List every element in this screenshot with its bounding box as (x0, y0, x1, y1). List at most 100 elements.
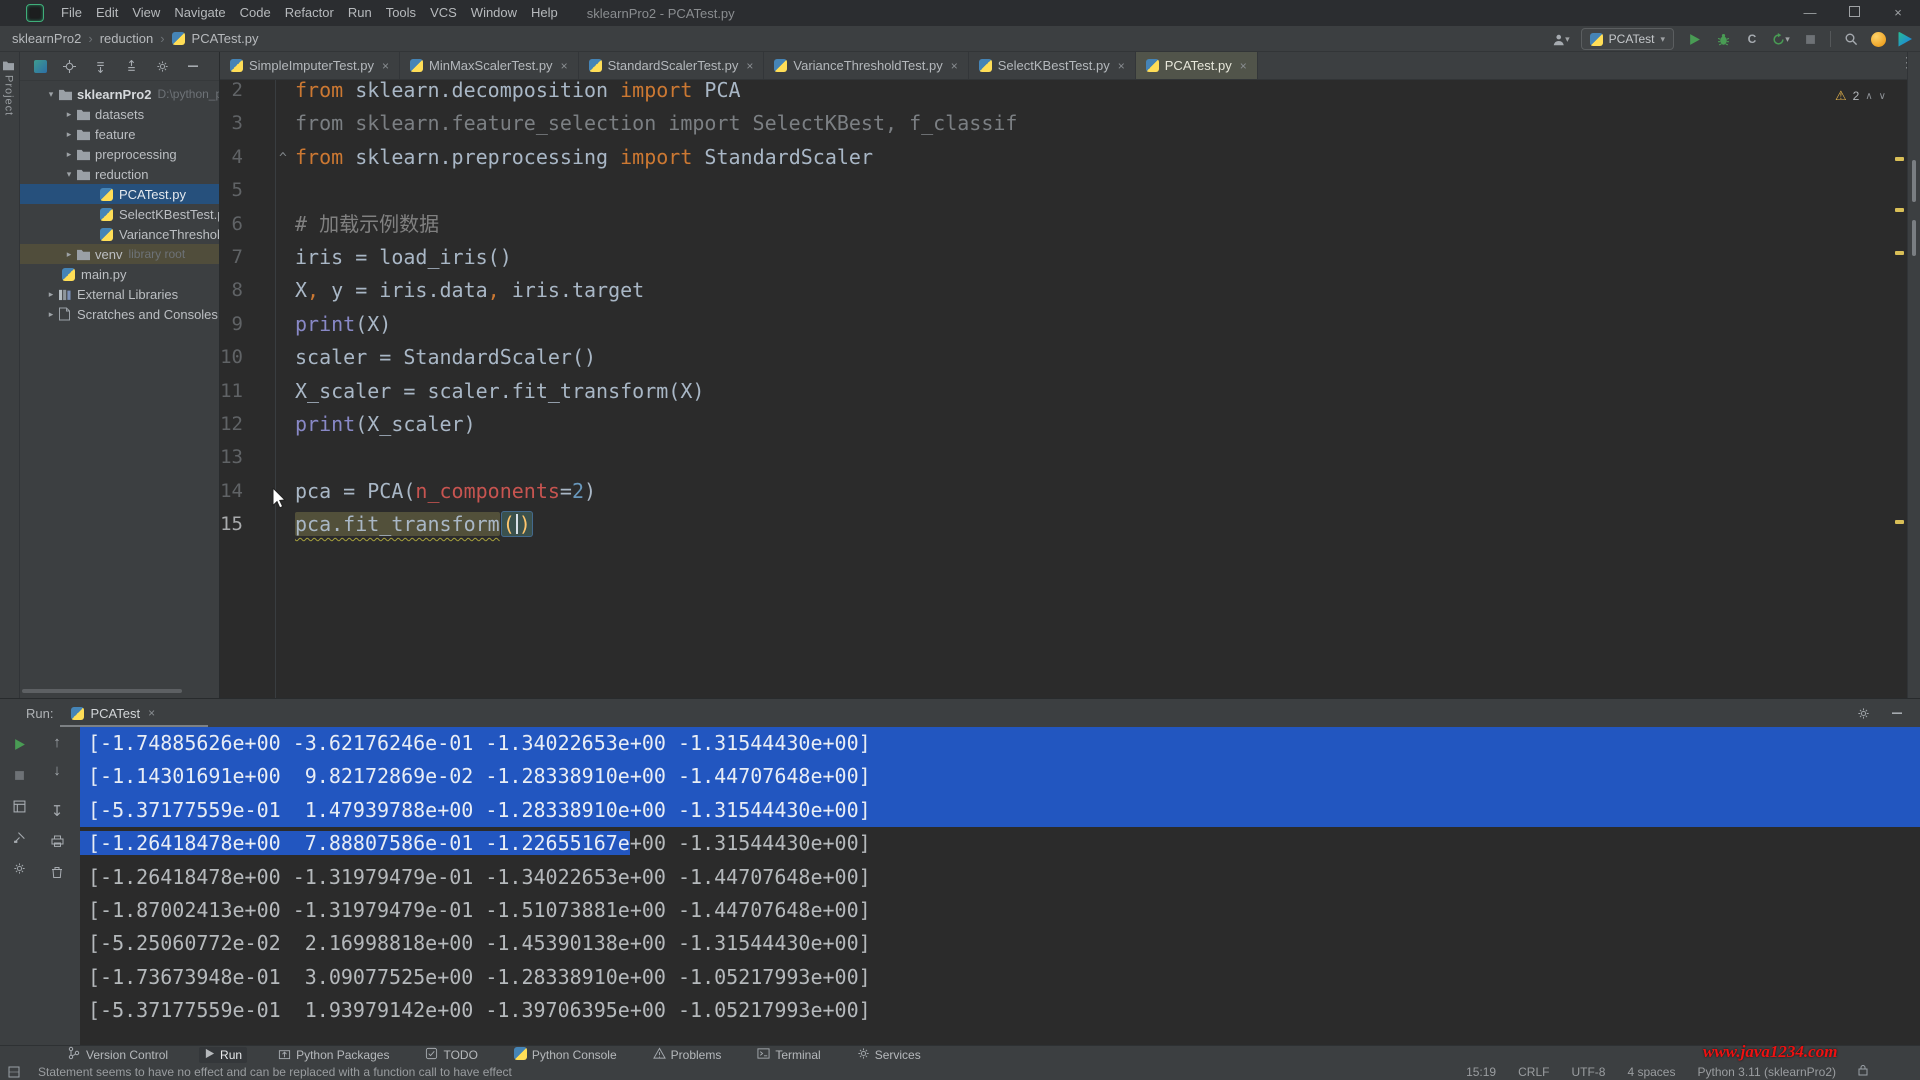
settings-gear-icon[interactable] (10, 859, 28, 877)
chevron-expanded-icon[interactable]: ▾ (62, 169, 76, 180)
python-interpreter[interactable]: Python 3.11 (sklearnPro2) (1697, 1065, 1836, 1079)
scrollbar-warning-mark[interactable] (1895, 520, 1904, 524)
inspections-widget[interactable]: ⚠ 2 ∧ ∨ (1835, 88, 1886, 104)
console-line[interactable]: [-5.37177559e-01 1.47939788e+00 -1.28338… (80, 794, 1920, 827)
chevron-collapsed-icon[interactable]: ▸ (62, 249, 76, 260)
tree-item-venv[interactable]: ▸venvlibrary root (20, 244, 219, 264)
scrollbar-warning-mark[interactable] (1895, 208, 1904, 212)
menu-code[interactable]: Code (233, 0, 278, 26)
maximize-button[interactable] (1832, 0, 1876, 26)
console-line[interactable]: [-5.25060772e-02 2.16998818e+00 -1.45390… (80, 927, 1920, 960)
indent-style[interactable]: 4 spaces (1627, 1065, 1675, 1079)
menu-run[interactable]: Run (341, 0, 379, 26)
menu-help[interactable]: Help (524, 0, 565, 26)
tree-item-selectkbesttest-py[interactable]: SelectKBestTest.py (20, 204, 219, 224)
tab-variancethresholdtest-py[interactable]: VarianceThresholdTest.py× (764, 52, 968, 79)
tree-item-variancethresholdtest-py[interactable]: VarianceThresholdTest.py (20, 224, 219, 244)
toolwindow-button-services[interactable]: Services (852, 1047, 926, 1063)
console-line[interactable]: [-1.26418478e+00 -1.31979479e-01 -1.3402… (80, 861, 1920, 894)
tab-minmaxscalertest-py[interactable]: MinMaxScalerTest.py× (400, 52, 579, 79)
settings-gear-icon[interactable] (153, 57, 171, 75)
tree-item-preprocessing[interactable]: ▸preprocessing (20, 144, 219, 164)
run-with-coverage-button[interactable]: C (1743, 30, 1761, 48)
tab-close-icon[interactable]: × (951, 59, 958, 73)
tree-item-reduction[interactable]: ▾reduction (20, 164, 219, 184)
tab-selectkbesttest-py[interactable]: SelectKBestTest.py× (969, 52, 1136, 79)
profiler-button[interactable]: ▾ (1772, 30, 1790, 48)
build-button[interactable] (10, 828, 28, 846)
tree-item-pcatest-py[interactable]: PCATest.py (20, 184, 219, 204)
breadcrumb-item-sklearnpro2[interactable]: sklearnPro2 (12, 31, 81, 46)
next-warning-icon[interactable]: ∨ (1879, 91, 1886, 102)
toolwindow-button-problems[interactable]: Problems (648, 1047, 727, 1063)
horizontal-scrollbar[interactable] (22, 689, 182, 693)
tab-close-icon[interactable]: × (382, 59, 389, 73)
project-scope-icon[interactable] (34, 60, 47, 73)
close-button[interactable]: × (1876, 0, 1920, 26)
toolwindow-button-version-control[interactable]: Version Control (62, 1047, 173, 1063)
menu-window[interactable]: Window (464, 0, 524, 26)
chevron-collapsed-icon[interactable]: ▸ (44, 289, 58, 300)
fold-imports-icon[interactable]: ^ (279, 142, 287, 175)
console-line[interactable]: [-1.74885626e+00 -3.62176246e-01 -1.3402… (80, 727, 1920, 760)
stop-button[interactable] (1801, 30, 1819, 48)
breadcrumb-item-pcatest-py[interactable]: PCATest.py (192, 31, 259, 46)
lock-icon[interactable] (1858, 1064, 1868, 1079)
tab-pcatest-py[interactable]: PCATest.py× (1136, 52, 1258, 79)
file-encoding[interactable]: UTF-8 (1571, 1065, 1605, 1079)
user-account-icon[interactable]: ▾ (1552, 30, 1570, 48)
locate-file-button[interactable] (60, 57, 78, 75)
menu-refactor[interactable]: Refactor (278, 0, 341, 26)
caret-position[interactable]: 15:19 (1466, 1065, 1496, 1079)
collapse-all-button[interactable] (122, 57, 140, 75)
run-console-output[interactable]: [-1.74885626e+00 -3.62176246e-01 -1.3402… (80, 727, 1920, 1045)
menu-view[interactable]: View (125, 0, 167, 26)
tab-close-icon[interactable]: × (1240, 59, 1247, 73)
run-configuration-select[interactable]: PCATest ▾ (1581, 28, 1674, 50)
notification-badge-icon[interactable] (1871, 32, 1886, 47)
up-stack-trace-button[interactable]: ↑ (53, 735, 61, 750)
tree-item-feature[interactable]: ▸feature (20, 124, 219, 144)
hide-panel-button[interactable] (1888, 704, 1906, 722)
console-line[interactable]: [-1.26418478e+00 7.88807586e-01 -1.22655… (80, 827, 1920, 860)
stop-button[interactable] (10, 766, 28, 784)
run-tab[interactable]: PCATest × (71, 699, 155, 727)
run-button[interactable] (1685, 30, 1703, 48)
search-everywhere-icon[interactable] (1842, 30, 1860, 48)
expand-all-button[interactable] (91, 57, 109, 75)
menu-file[interactable]: File (54, 0, 89, 26)
project-stripe-button[interactable]: Project (2, 60, 15, 116)
toolwindow-button-todo[interactable]: TODO (420, 1047, 482, 1063)
print-button[interactable] (48, 832, 66, 850)
chevron-collapsed-icon[interactable]: ▸ (44, 309, 58, 320)
tab-close-icon[interactable]: × (746, 59, 753, 73)
tree-item-external-libraries[interactable]: ▸External Libraries (20, 284, 219, 304)
code-editor[interactable]: 2from sklearn.decomposition import PCA3f… (220, 80, 1920, 698)
console-line[interactable]: [-5.37177559e-01 1.93979142e+00 -1.39706… (80, 994, 1920, 1027)
chevron-collapsed-icon[interactable]: ▸ (62, 109, 76, 120)
previous-warning-icon[interactable]: ∧ (1865, 91, 1872, 102)
right-stripe-tool-icon[interactable] (1912, 220, 1916, 256)
tab-close-icon[interactable]: × (561, 59, 568, 73)
hide-panel-button[interactable] (184, 57, 202, 75)
right-stripe-tool-icon[interactable] (1912, 160, 1916, 202)
minimize-button[interactable]: — (1788, 0, 1832, 26)
menu-vcs[interactable]: VCS (423, 0, 464, 26)
chevron-collapsed-icon[interactable]: ▸ (62, 149, 76, 160)
line-separator[interactable]: CRLF (1518, 1065, 1549, 1079)
console-line[interactable]: [-1.14301691e+00 9.82172869e-02 -1.28338… (80, 760, 1920, 793)
toolwindow-button-python-packages[interactable]: Python Packages (273, 1047, 394, 1063)
breadcrumb-item-reduction[interactable]: reduction (100, 31, 153, 46)
rerun-button[interactable] (10, 735, 28, 753)
clear-all-button[interactable] (48, 863, 66, 881)
menu-edit[interactable]: Edit (89, 0, 125, 26)
chevron-expanded-icon[interactable]: ▾ (44, 89, 58, 100)
tree-item-sklearnpro2[interactable]: ▾sklearnPro2D:\python_pro (20, 84, 219, 104)
toolwindow-button-python-console[interactable]: Python Console (509, 1047, 622, 1063)
tree-item-main-py[interactable]: main.py (20, 264, 219, 284)
scrollbar-warning-mark[interactable] (1895, 251, 1904, 255)
scrollbar-warning-mark[interactable] (1895, 157, 1904, 161)
settings-gear-icon[interactable] (1854, 704, 1872, 722)
tree-item-datasets[interactable]: ▸datasets (20, 104, 219, 124)
console-line[interactable]: [-1.87002413e+00 -1.31979479e-01 -1.5107… (80, 894, 1920, 927)
